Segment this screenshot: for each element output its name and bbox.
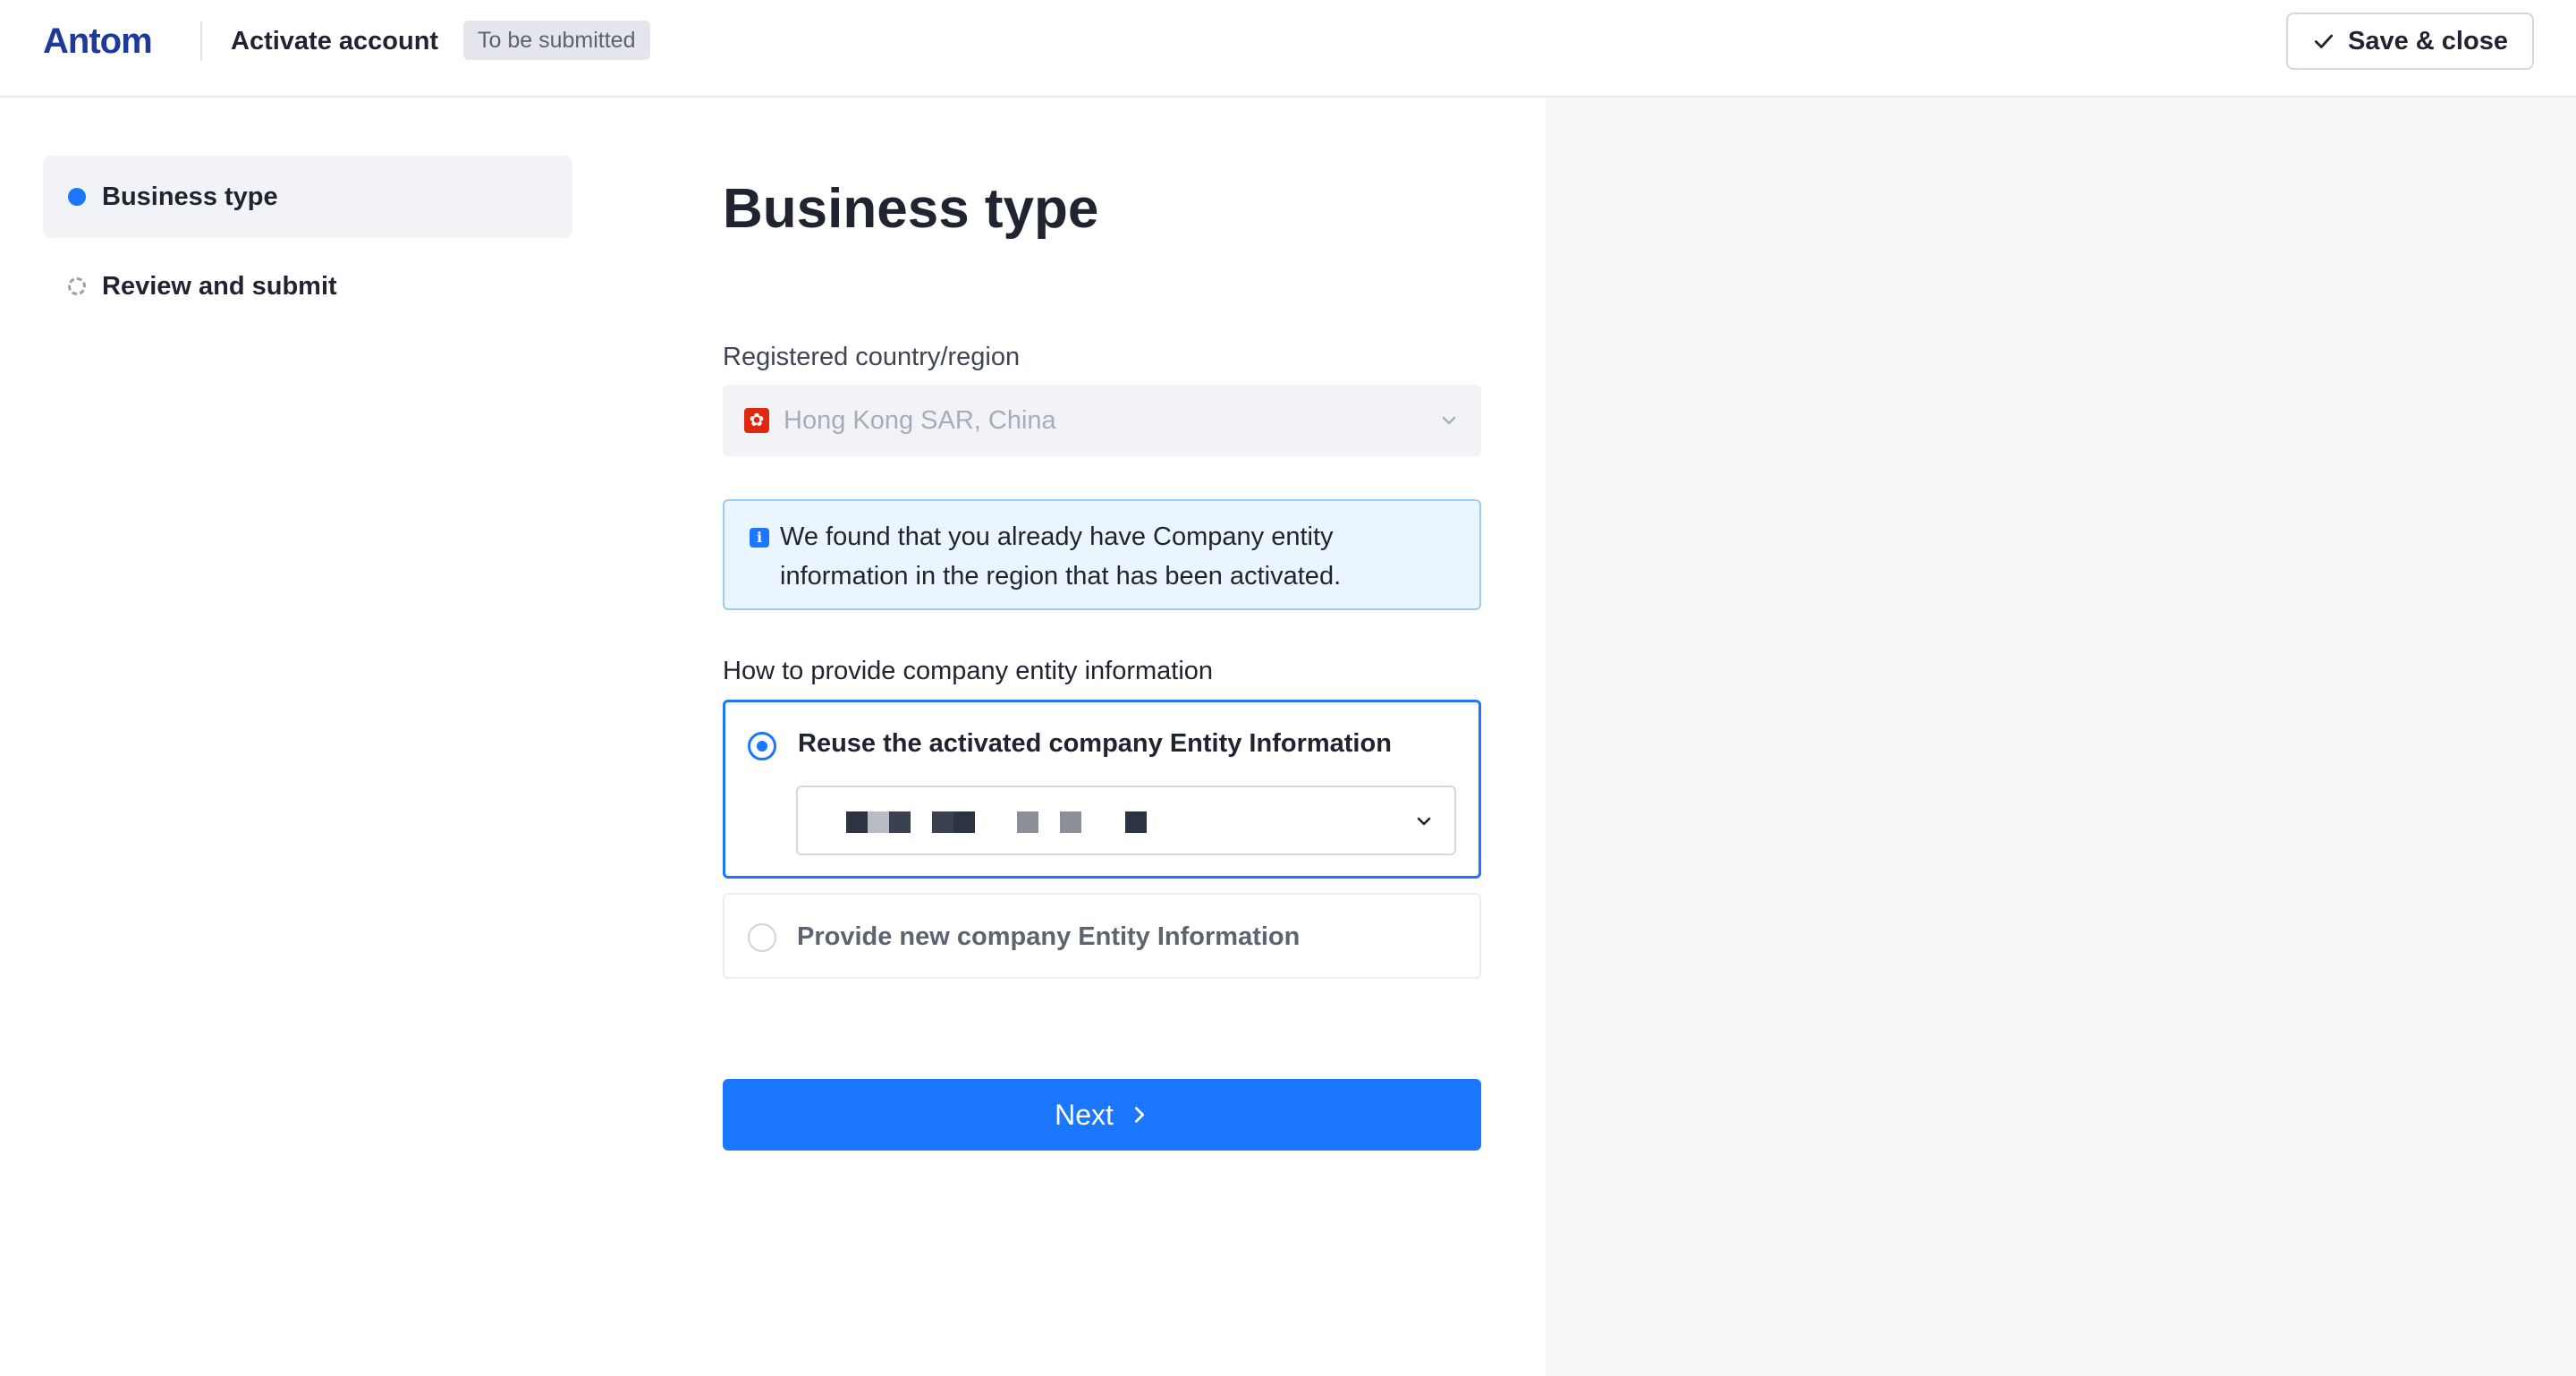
- option-provide-new-entity[interactable]: Provide new company Entity Information: [723, 893, 1481, 979]
- redacted-block: [953, 811, 975, 833]
- option-label: Provide new company Entity Information: [797, 922, 1301, 951]
- info-alert: i We found that you already have Company…: [723, 499, 1481, 610]
- entity-select[interactable]: [796, 786, 1456, 855]
- entity-question-label: How to provide company entity informatio…: [723, 657, 1214, 685]
- hong-kong-flag-icon: ✿: [744, 408, 769, 433]
- info-message: We found that you already have Company e…: [780, 522, 1342, 590]
- redacted-block: [1017, 811, 1038, 833]
- active-step-dot-icon: [68, 188, 86, 206]
- redacted-block: [1060, 811, 1081, 833]
- check-icon: [2314, 34, 2334, 48]
- pending-step-dashed-circle-icon: [68, 277, 86, 295]
- chevron-right-icon: [1134, 1107, 1144, 1123]
- step-label: Business type: [102, 182, 278, 211]
- form-title: Business type: [723, 178, 1099, 240]
- save-and-close-button[interactable]: Save & close: [2286, 13, 2534, 70]
- option-reuse-entity[interactable]: Reuse the activated company Entity Infor…: [723, 700, 1481, 879]
- country-select[interactable]: ✿ Hong Kong SAR, China: [723, 385, 1481, 456]
- next-button-label: Next: [1055, 1098, 1114, 1131]
- next-button[interactable]: Next: [723, 1079, 1481, 1151]
- antom-logo[interactable]: Antom: [43, 21, 153, 61]
- redacted-block: [1125, 811, 1147, 833]
- chevron-down-icon: [1417, 817, 1431, 826]
- page-header-title: Activate account: [231, 27, 439, 55]
- step-label: Review and submit: [102, 271, 337, 301]
- status-badge: To be submitted: [463, 21, 650, 60]
- step-business-type[interactable]: Business type: [43, 156, 572, 238]
- redacted-block: [868, 811, 889, 833]
- step-review-and-submit[interactable]: Review and submit: [43, 245, 572, 327]
- radio-unselected[interactable]: [748, 923, 776, 952]
- redacted-block: [846, 811, 868, 833]
- country-select-value: Hong Kong SAR, China: [784, 405, 1056, 435]
- option-label: Reuse the activated company Entity Infor…: [798, 729, 1392, 758]
- save-and-close-label: Save & close: [2348, 26, 2508, 55]
- top-bar: Antom Activate account To be submitted S…: [0, 0, 2576, 98]
- redacted-block: [889, 811, 911, 833]
- radio-selected[interactable]: [748, 732, 776, 760]
- redacted-block: [932, 811, 953, 833]
- header-divider: [200, 21, 202, 61]
- country-label: Registered country/region: [723, 343, 1021, 371]
- preview-panel: [1546, 98, 2576, 1376]
- info-icon: i: [750, 528, 769, 548]
- chevron-down-icon: [1442, 416, 1456, 425]
